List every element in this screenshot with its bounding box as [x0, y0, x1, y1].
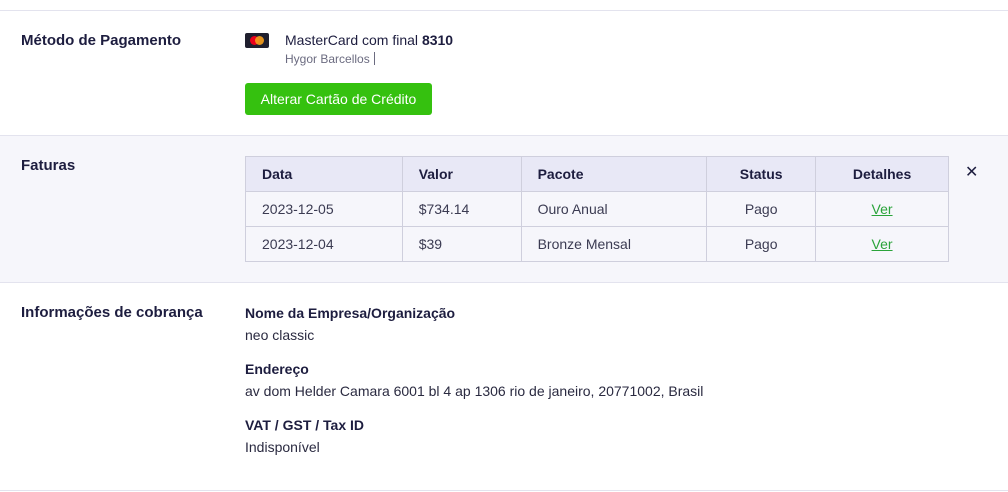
- view-invoice-link[interactable]: Ver: [872, 201, 893, 217]
- company-label: Nome da Empresa/Organização: [245, 305, 456, 321]
- cell-package: Bronze Mensal: [520, 226, 708, 262]
- header-package: Pacote: [520, 156, 708, 192]
- table-row: 2023-12-05 $734.14 Ouro Anual Pago Ver: [245, 191, 949, 227]
- cell-details: Ver: [815, 226, 949, 262]
- card-prefix: MasterCard com final: [285, 32, 419, 48]
- table-header-row: Data Valor Pacote Status Detalhes: [245, 156, 949, 192]
- cell-details: Ver: [815, 191, 949, 227]
- card-owner-name: Hygor Barcellos: [285, 52, 370, 66]
- card-description: MasterCard com final 8310: [285, 32, 453, 48]
- mastercard-icon: [245, 33, 269, 48]
- company-value: neo classic: [245, 327, 315, 343]
- header-status: Status: [706, 156, 817, 192]
- tax-id-label: VAT / GST / Tax ID: [245, 417, 365, 433]
- view-invoice-link[interactable]: Ver: [872, 236, 893, 252]
- cell-value: $39: [401, 226, 522, 262]
- invoices-divider: [0, 282, 1008, 283]
- address-value: av dom Helder Camara 6001 bl 4 ap 1306 r…: [245, 383, 704, 399]
- tax-id-value: Indisponível: [245, 439, 320, 455]
- close-icon[interactable]: ✕: [965, 162, 978, 182]
- cell-date: 2023-12-05: [245, 191, 403, 227]
- payment-method-title: Método de Pagamento: [21, 32, 182, 49]
- invoices-table: Data Valor Pacote Status Detalhes 2023-1…: [245, 156, 949, 262]
- cell-status: Pago: [706, 191, 817, 227]
- header-value: Valor: [401, 156, 522, 192]
- cell-status: Pago: [706, 226, 817, 262]
- address-label: Endereço: [245, 361, 309, 377]
- header-date: Data: [245, 156, 403, 192]
- top-divider: [0, 10, 1008, 11]
- cell-package: Ouro Anual: [520, 191, 708, 227]
- table-row: 2023-12-04 $39 Bronze Mensal Pago Ver: [245, 226, 949, 262]
- card-owner: Hygor Barcellos: [285, 52, 375, 66]
- text-caret: [373, 52, 375, 65]
- change-credit-card-button[interactable]: Alterar Cartão de Crédito: [245, 83, 432, 115]
- cell-value: $734.14: [401, 191, 522, 227]
- cell-date: 2023-12-04: [245, 226, 403, 262]
- header-details: Detalhes: [815, 156, 949, 192]
- card-last4: 8310: [421, 32, 454, 48]
- invoices-title: Faturas: [21, 157, 76, 174]
- bottom-divider: [0, 490, 1008, 491]
- billing-info-title: Informações de cobrança: [21, 304, 203, 321]
